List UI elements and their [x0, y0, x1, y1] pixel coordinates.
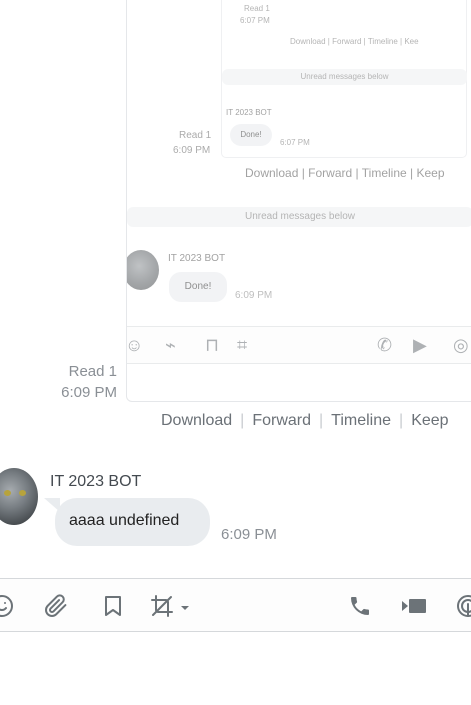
- audio-icon: ◎: [453, 335, 469, 355]
- nested-bubble-time: 6:07 PM: [280, 138, 310, 147]
- sender-name[interactable]: IT 2023 BOT: [50, 473, 141, 491]
- message-time-left: 6:09 PM: [61, 384, 117, 401]
- video-icon[interactable]: [400, 592, 430, 620]
- nested-read: Read 1: [244, 4, 270, 13]
- message-time: 6:09 PM: [221, 526, 277, 543]
- mini-sender: IT 2023 BOT: [168, 253, 226, 264]
- composer-toolbar: [0, 578, 471, 632]
- nested-time: 6:07 PM: [240, 16, 270, 25]
- message-bubble: aaaa undefined: [55, 498, 210, 546]
- forward-link[interactable]: Forward: [252, 412, 311, 429]
- emoji-icon[interactable]: [0, 592, 16, 620]
- mini-bubble: Done!: [169, 272, 227, 302]
- video-icon: ▶: [413, 335, 427, 355]
- mini-read: Read 1: [179, 130, 212, 141]
- avatar-eye: [4, 490, 11, 496]
- mini-toolbar: ☺ ⌁ ⊓ ⌗ ✆ ▶ ◎: [127, 326, 471, 364]
- audio-icon[interactable]: [454, 592, 471, 620]
- keep-link[interactable]: Keep: [411, 412, 448, 429]
- bookmark-icon[interactable]: [99, 592, 127, 620]
- crop-dropdown-caret[interactable]: [181, 606, 189, 610]
- message-actions: Download | Forward | Timeline | Keep: [161, 412, 449, 430]
- timeline-link[interactable]: Timeline: [331, 412, 391, 429]
- phone-icon[interactable]: [346, 592, 374, 620]
- attach-icon[interactable]: [42, 592, 70, 620]
- emoji-icon: ☺: [126, 335, 144, 355]
- download-link[interactable]: Download: [161, 412, 232, 429]
- separator: |: [319, 412, 324, 429]
- screenshot-content: Read 1 6:07 PM Download | Forward | Time…: [127, 0, 471, 401]
- crop-icon: ⌗: [237, 335, 248, 355]
- nested-sender: IT 2023 BOT: [226, 108, 272, 117]
- nested-bubble: Done!: [230, 124, 272, 146]
- mini-time: 6:09 PM: [173, 145, 211, 156]
- avatar-eye: [19, 490, 26, 496]
- separator: |: [399, 412, 404, 429]
- nested-unread-divider: Unread messages below: [222, 69, 467, 85]
- crop-icon[interactable]: [148, 592, 176, 620]
- avatar[interactable]: [0, 468, 38, 525]
- mini-actions: Download | Forward | Timeline | Keep: [245, 166, 445, 180]
- bookmark-icon: ⊓: [205, 335, 220, 355]
- attach-icon: ⌁: [165, 335, 176, 355]
- nested-card: Read 1 6:07 PM Download | Forward | Time…: [221, 0, 467, 158]
- mini-bubble-time: 6:09 PM: [235, 290, 273, 301]
- mini-unread-divider: Unread messages below: [127, 207, 471, 227]
- separator: |: [240, 412, 245, 429]
- mini-avatar: [127, 250, 159, 290]
- chat-window: Read 1 6:07 PM Download | Forward | Time…: [0, 0, 471, 705]
- nested-actions: Download | Forward | Timeline | Kee: [290, 37, 419, 46]
- read-status: Read 1: [68, 363, 117, 380]
- attached-screenshot-image[interactable]: Read 1 6:07 PM Download | Forward | Time…: [126, 0, 471, 402]
- phone-icon: ✆: [377, 335, 393, 355]
